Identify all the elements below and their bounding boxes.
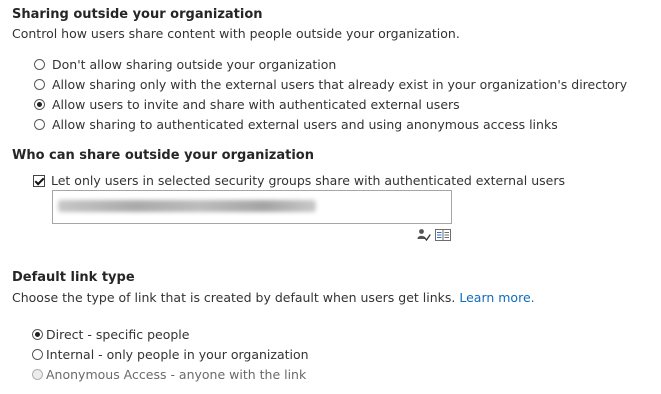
radio-button[interactable] (32, 329, 43, 340)
option-label: Don't allow sharing outside your organiz… (52, 57, 337, 72)
sharing-option-anonymous[interactable]: Allow sharing to authenticated external … (34, 117, 558, 132)
people-picker-input[interactable] (52, 190, 452, 224)
default-link-description: Choose the type of link that is created … (12, 290, 535, 305)
link-option-anonymous: Anonymous Access - anyone with the link (32, 367, 306, 382)
check-names-icon[interactable] (417, 227, 431, 242)
description-text: Choose the type of link that is created … (12, 290, 456, 305)
who-can-share-heading: Who can share outside your organization (12, 148, 314, 163)
option-label: Allow sharing only with the external use… (52, 77, 628, 92)
option-label: Internal - only people in your organizat… (46, 347, 309, 362)
sharing-outside-description: Control how users share content with peo… (12, 26, 460, 41)
radio-button[interactable] (34, 119, 45, 130)
option-label: Anonymous Access - anyone with the link (46, 367, 307, 382)
radio-button[interactable] (34, 79, 45, 90)
option-label: Direct - specific people (46, 327, 190, 342)
radio-button (32, 369, 43, 380)
default-link-heading: Default link type (12, 270, 135, 285)
security-groups-option[interactable]: Let only users in selected security grou… (33, 173, 565, 188)
sharing-outside-heading: Sharing outside your organization (12, 7, 263, 22)
sharing-option-none[interactable]: Don't allow sharing outside your organiz… (34, 57, 336, 72)
sharing-option-existing-external[interactable]: Allow sharing only with the external use… (34, 77, 627, 92)
blurred-group-name (58, 200, 316, 212)
radio-button[interactable] (32, 349, 43, 360)
link-option-direct[interactable]: Direct - specific people (32, 327, 189, 342)
browse-directory-icon[interactable] (435, 227, 451, 241)
option-label: Allow users to invite and share with aut… (52, 97, 460, 112)
learn-more-link[interactable]: Learn more. (459, 290, 534, 305)
radio-button[interactable] (34, 59, 45, 70)
checkbox-label: Let only users in selected security grou… (51, 173, 565, 188)
security-groups-checkbox[interactable] (33, 174, 45, 187)
link-option-internal[interactable]: Internal - only people in your organizat… (32, 347, 309, 362)
option-label: Allow sharing to authenticated external … (52, 117, 558, 132)
radio-button[interactable] (34, 99, 45, 110)
sharing-option-authenticated[interactable]: Allow users to invite and share with aut… (34, 97, 460, 112)
